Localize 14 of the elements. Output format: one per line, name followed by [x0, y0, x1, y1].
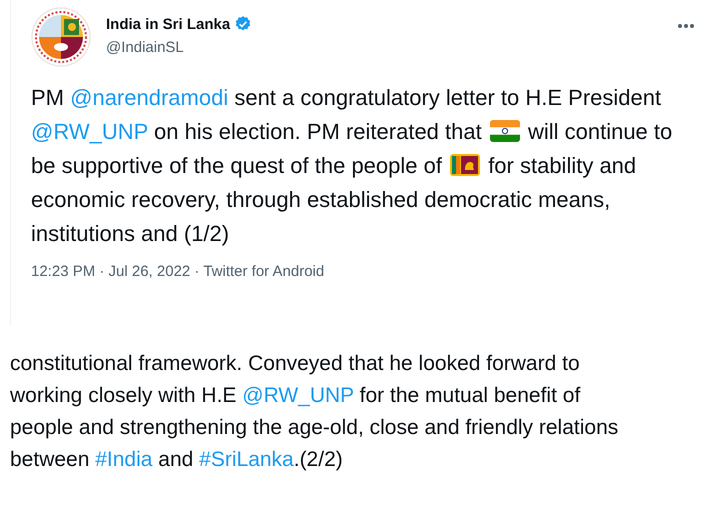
- mention-link[interactable]: @narendramodi: [70, 85, 228, 110]
- sri-lanka-flag-icon: [450, 154, 480, 176]
- tweet-timestamp[interactable]: 12:23 PM · Jul 26, 2022 · Twitter for Android: [31, 263, 324, 280]
- tweet-text: PM @narendramodi sent a congratulatory letter to H.E President @RW_UNP on his election. PM reiterated that will continue to be supportive of the quest of the people of for stability and economic recovery, through established democratic means, institutions and (1/2): [31, 84, 674, 248]
- emblem-logo[interactable]: [31, 7, 91, 67]
- reply-text: constitutional framework. Conveyed that he looked forward to working closely with H.E @RW_UNP for the mutual benefit of people and strengthening the age-old, close and friendly relations between #India and #SriLanka.(2/2): [10, 351, 620, 473]
- hashtag-link[interactable]: #SriLanka: [199, 448, 294, 471]
- author-handle[interactable]: @IndiainSL: [106, 39, 184, 56]
- author-name[interactable]: India in Sri Lanka: [106, 16, 230, 32]
- mention-link[interactable]: @RW_UNP: [31, 119, 148, 144]
- more-options-icon[interactable]: [676, 22, 696, 30]
- mention-link[interactable]: @RW_UNP: [242, 384, 354, 407]
- india-flag-icon: [490, 120, 520, 142]
- hashtag-link[interactable]: #India: [95, 448, 152, 471]
